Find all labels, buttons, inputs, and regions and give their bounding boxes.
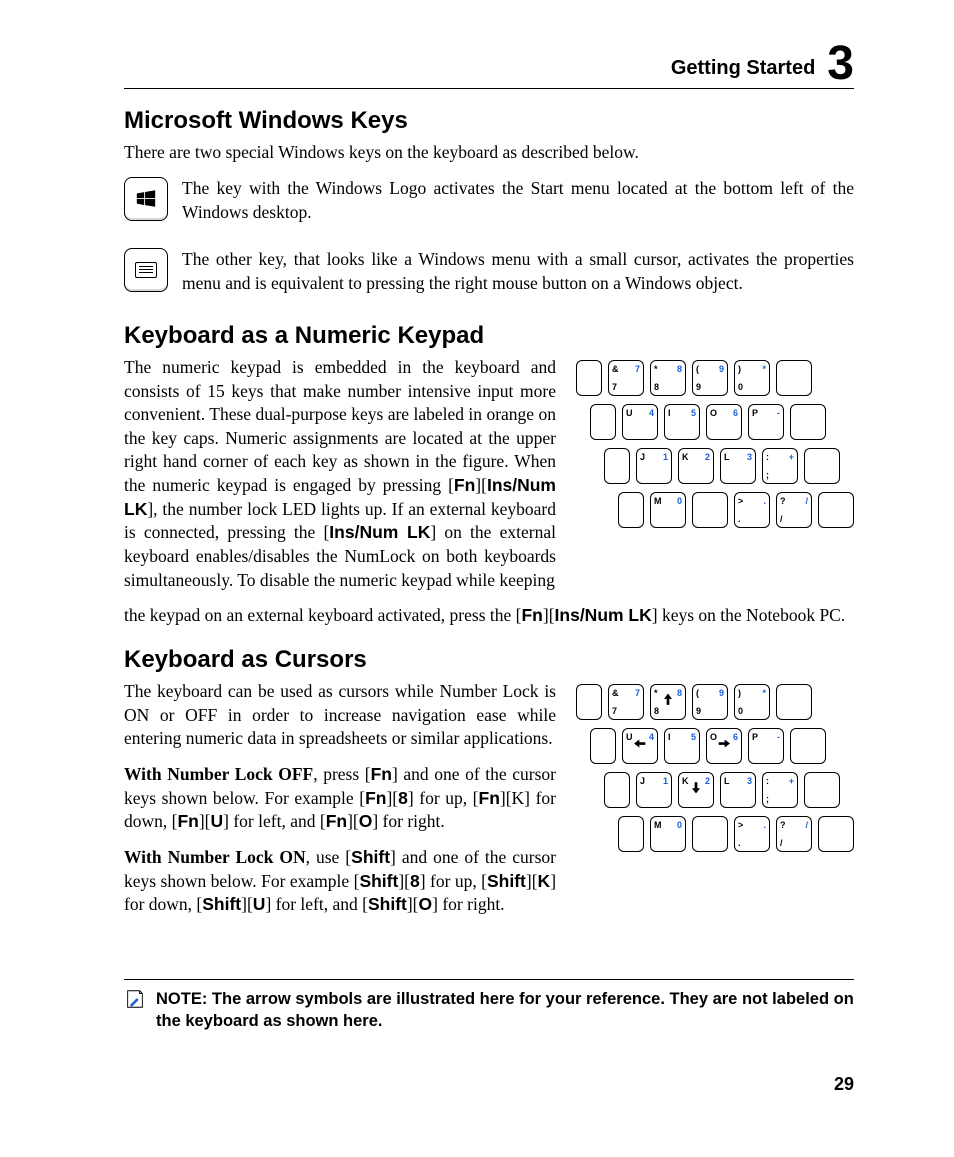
key <box>576 684 602 720</box>
key: M0 <box>650 492 686 528</box>
intro-windows-keys: There are two special Windows keys on th… <box>124 141 854 165</box>
key: (99 <box>692 360 728 396</box>
key <box>790 728 826 764</box>
key <box>776 684 812 720</box>
key: *88 <box>650 684 686 720</box>
menu-key-row: The other key, that looks like a Windows… <box>124 248 854 295</box>
key: &77 <box>608 360 644 396</box>
note-rule <box>124 979 854 980</box>
key <box>790 404 826 440</box>
page-header: Getting Started 3 <box>124 40 854 88</box>
key: :+; <box>762 772 798 808</box>
key <box>692 492 728 528</box>
key <box>590 404 616 440</box>
key <box>576 360 602 396</box>
key: M0 <box>650 816 686 852</box>
key: (99 <box>692 684 728 720</box>
header-rule <box>124 88 854 89</box>
key: &77 <box>608 684 644 720</box>
key <box>818 492 854 528</box>
numeric-keypad-body: The numeric keypad is embedded in the ke… <box>124 356 556 592</box>
windows-logo-key-row: The key with the Windows Logo activates … <box>124 177 854 224</box>
numeric-keypad-figure: &77*88(99)*0 U4I5O6P- J1K2L3:+; M0 >..?// <box>576 356 854 528</box>
key: )*0 <box>734 360 770 396</box>
key: :+; <box>762 448 798 484</box>
key: P- <box>748 404 784 440</box>
heading-windows-keys: Microsoft Windows Keys <box>124 105 854 137</box>
key <box>692 816 728 852</box>
key <box>618 816 644 852</box>
key <box>604 448 630 484</box>
numeric-keypad-block: The numeric keypad is embedded in the ke… <box>124 356 854 604</box>
cursors-p3: With Number Lock ON, use [Shift] and one… <box>124 846 556 917</box>
menu-key-icon <box>124 248 168 292</box>
heading-numeric-keypad: Keyboard as a Numeric Keypad <box>124 320 854 352</box>
key: >.. <box>734 816 770 852</box>
key: >.. <box>734 492 770 528</box>
chapter-number: 3 <box>827 40 854 88</box>
key <box>618 492 644 528</box>
note-icon <box>124 988 146 1010</box>
key <box>776 360 812 396</box>
header-title: Getting Started <box>671 55 815 88</box>
note-text: NOTE: The arrow symbols are illustrated … <box>156 988 854 1033</box>
key <box>604 772 630 808</box>
key <box>804 448 840 484</box>
key: K2 <box>678 448 714 484</box>
key: L3 <box>720 448 756 484</box>
cursors-p2: With Number Lock OFF, press [Fn] and one… <box>124 763 556 834</box>
key <box>804 772 840 808</box>
menu-icon <box>135 262 157 278</box>
key: K2 <box>678 772 714 808</box>
key: )*0 <box>734 684 770 720</box>
windows-logo-icon <box>135 188 157 210</box>
key: U4 <box>622 728 658 764</box>
windows-logo-key-desc: The key with the Windows Logo activates … <box>182 177 854 224</box>
key: I5 <box>664 728 700 764</box>
numeric-keypad-tail: the keypad on an external keyboard activ… <box>124 604 854 628</box>
page-number: 29 <box>124 1072 854 1096</box>
windows-logo-key-icon <box>124 177 168 221</box>
key: O6 <box>706 728 742 764</box>
key <box>590 728 616 764</box>
heading-cursors: Keyboard as Cursors <box>124 644 854 676</box>
key: J1 <box>636 772 672 808</box>
menu-key-desc: The other key, that looks like a Windows… <box>182 248 854 295</box>
key: *88 <box>650 360 686 396</box>
key: ?// <box>776 492 812 528</box>
key: P- <box>748 728 784 764</box>
key: I5 <box>664 404 700 440</box>
key <box>818 816 854 852</box>
cursors-p1: The keyboard can be used as cursors whil… <box>124 680 556 751</box>
key: J1 <box>636 448 672 484</box>
cursors-block: The keyboard can be used as cursors whil… <box>124 680 854 929</box>
note-row: NOTE: The arrow symbols are illustrated … <box>124 988 854 1033</box>
key: L3 <box>720 772 756 808</box>
key: O6 <box>706 404 742 440</box>
cursors-figure: &77*88(99)*0 U4I5O6P- J1K2L3:+; M0 >..?// <box>576 680 854 852</box>
key: U4 <box>622 404 658 440</box>
key: ?// <box>776 816 812 852</box>
